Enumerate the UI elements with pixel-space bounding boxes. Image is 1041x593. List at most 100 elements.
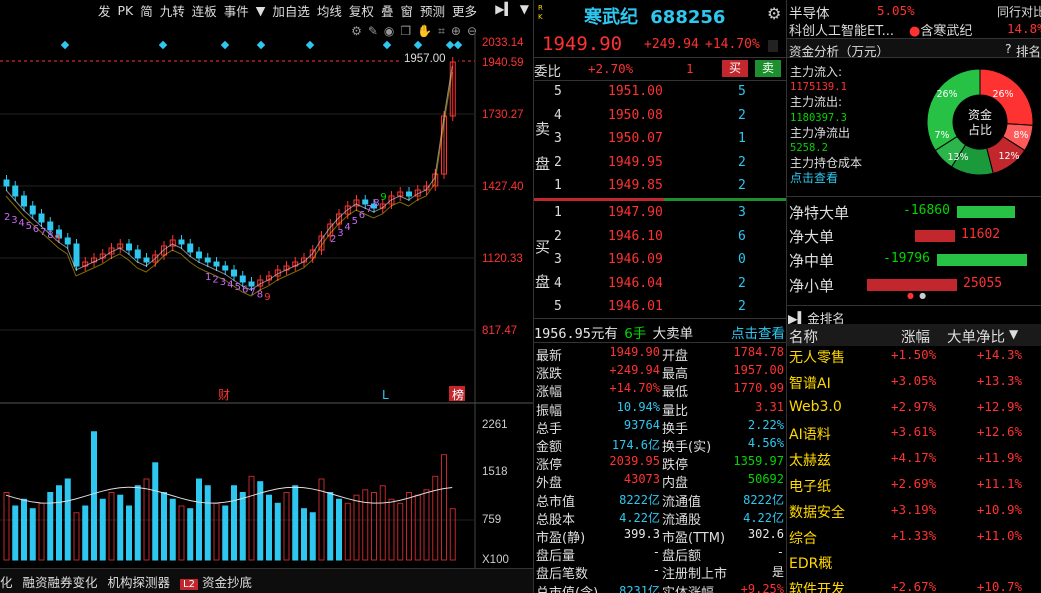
big-order-label: 大卖单: [652, 326, 694, 342]
volume-bar: [336, 498, 342, 561]
ranking-row[interactable]: 无人零售 +1.50% +14.3%: [787, 347, 1041, 373]
order-row[interactable]: 2 1946.10 6: [534, 229, 787, 252]
cost-link[interactable]: 点击查看: [790, 171, 862, 186]
stat-value: 3.31: [755, 399, 784, 414]
order-row[interactable]: 2 1949.95 2: [534, 155, 787, 178]
indicator-tab[interactable]: 化: [0, 572, 13, 591]
indicator-tab-label: 融资融券变化: [22, 574, 98, 590]
ranking-row[interactable]: 太赫兹 +4.17% +11.9%: [787, 450, 1041, 476]
indicator-tab-label: 化: [0, 574, 13, 590]
ranking-pct: +3.61%: [891, 424, 937, 440]
etf-holding: ●含寒武纪: [909, 20, 972, 39]
ranking-row[interactable]: 软件开发 +2.67% +10.7%: [787, 579, 1041, 593]
ranking-name: AI语料: [789, 427, 831, 444]
buy-button[interactable]: 买: [722, 60, 748, 77]
event-marker[interactable]: [158, 40, 168, 50]
menu-dot-icon[interactable]: [768, 40, 778, 52]
quote-panel: RK 寒武纪 688256 ⚙ 1949.90 +249.94 +14.70% …: [533, 0, 787, 593]
candle-body: [196, 251, 202, 259]
ranking-row[interactable]: 数据安全 +3.19% +10.9%: [787, 502, 1041, 528]
indicator-tab-label: 机构探测器: [107, 574, 171, 590]
col-pct[interactable]: 涨幅: [901, 326, 930, 347]
fund-header: 资金分析（万元） ? 排名: [787, 38, 1041, 60]
candle-body: [231, 269, 237, 277]
order-volume: 2: [738, 154, 746, 170]
sell-button[interactable]: 卖: [755, 60, 781, 77]
ranking-row[interactable]: EDR概: [787, 553, 1041, 579]
volume-bar: [414, 494, 421, 561]
order-level: 5: [554, 84, 562, 99]
sort-down-icon[interactable]: ▼: [1009, 327, 1018, 341]
order-price: 1950.07: [608, 131, 663, 146]
td-count-label: 5: [26, 221, 32, 232]
sector-name[interactable]: 半导体: [789, 2, 830, 22]
pager-dots[interactable]: ● ●: [907, 291, 926, 300]
event-marker[interactable]: [60, 40, 70, 50]
event-marker[interactable]: [220, 40, 230, 50]
ma-line: [5, 65, 453, 291]
order-row[interactable]: 3 1946.09 0: [534, 252, 787, 275]
order-row[interactable]: 4 1950.08 2: [534, 108, 787, 131]
donut-hole: [954, 96, 1006, 148]
col-name[interactable]: 名称: [789, 326, 818, 347]
kline-svg: 2033.14 1940.59 1730.27 1427.40 1120.33 817.4…: [0, 32, 533, 568]
divider: [787, 196, 1041, 197]
volume-bar: [432, 475, 439, 561]
candle-body: [64, 237, 71, 245]
candle-body: [12, 185, 19, 197]
volume-bar: [99, 498, 106, 561]
help-icon[interactable]: ?: [1005, 41, 1012, 56]
stat-value: 4.56%: [747, 436, 784, 450]
event-marker[interactable]: [413, 40, 423, 50]
ranking-row[interactable]: 电子纸 +2.69% +11.1%: [787, 476, 1041, 502]
peer-compare-link[interactable]: 同行对比: [997, 3, 1041, 20]
divider: [534, 342, 787, 343]
chart-marker[interactable]: 榜: [452, 387, 464, 402]
flow-value: 11602: [961, 227, 1001, 243]
chart-marker[interactable]: L: [382, 388, 389, 402]
ranking-row[interactable]: 智谱AI +3.05% +13.3%: [787, 373, 1041, 399]
col-net[interactable]: 大单净比: [947, 326, 1005, 347]
fund-flow-row: 净特大单 -16860: [787, 200, 1041, 224]
order-level: 2: [554, 154, 562, 170]
volume-bar: [274, 502, 281, 561]
volume-bar: [29, 508, 36, 561]
order-row[interactable]: 4 1946.04 2: [534, 276, 787, 299]
order-row[interactable]: 5 1951.00 5: [534, 84, 787, 107]
event-marker[interactable]: [256, 40, 266, 50]
indicator-tabs: 化融资融券变化 机构探测器 L2 资金抄底: [0, 568, 533, 593]
stat-value: 50692: [747, 472, 784, 487]
ranking-name: EDR概: [789, 556, 833, 573]
indicator-tab[interactable]: 融资融券变化: [23, 572, 98, 591]
cost-label: 主力持仓成本: [790, 156, 863, 171]
volume-bar: [449, 508, 456, 561]
rank-link[interactable]: 排名: [1016, 41, 1041, 60]
volume-bar: [178, 505, 185, 561]
chart-marker[interactable]: 财: [218, 388, 230, 402]
gear-icon[interactable]: ⚙: [767, 4, 781, 23]
event-marker[interactable]: [445, 40, 455, 50]
event-marker[interactable]: [382, 40, 392, 50]
event-marker[interactable]: [453, 40, 463, 50]
order-level: 2: [554, 228, 562, 244]
etf-name[interactable]: 科创人工智能ET...: [789, 20, 894, 39]
stat-value: -: [652, 545, 660, 560]
flow-value: 25055: [963, 275, 1003, 291]
big-order-link[interactable]: 点击查看: [731, 322, 785, 342]
candle-body: [3, 179, 10, 187]
order-row[interactable]: 1 1947.90 3: [534, 205, 787, 228]
ranking-row[interactable]: AI语料 +3.61% +12.6%: [787, 424, 1041, 450]
event-marker[interactable]: [305, 40, 315, 50]
order-row[interactable]: 3 1950.07 1: [534, 131, 787, 154]
ranking-row[interactable]: 综合 +1.33% +11.0%: [787, 528, 1041, 554]
quote-stat-row: 涨跌 +249.94 最高 1957.00: [534, 363, 787, 382]
kline-chart-panel[interactable]: 发 PK 简九转 连板 事件 ▼ 加自选 均线 复权叠窗预测 更多 ▶▍ ▼ ⚙ ✎ ◉ ❐ ✋ …: [0, 0, 533, 593]
order-price: 1946.10: [608, 228, 663, 244]
volume-bar: [213, 502, 220, 561]
divider: [534, 57, 787, 58]
ranking-row[interactable]: Web3.0 +2.97% +12.9%: [787, 399, 1041, 425]
stat-value: +9.25%: [740, 581, 784, 593]
candle-body: [222, 265, 229, 271]
indicator-tab[interactable]: L2 资金抄底: [180, 572, 252, 591]
indicator-tab[interactable]: 机构探测器: [108, 572, 171, 591]
